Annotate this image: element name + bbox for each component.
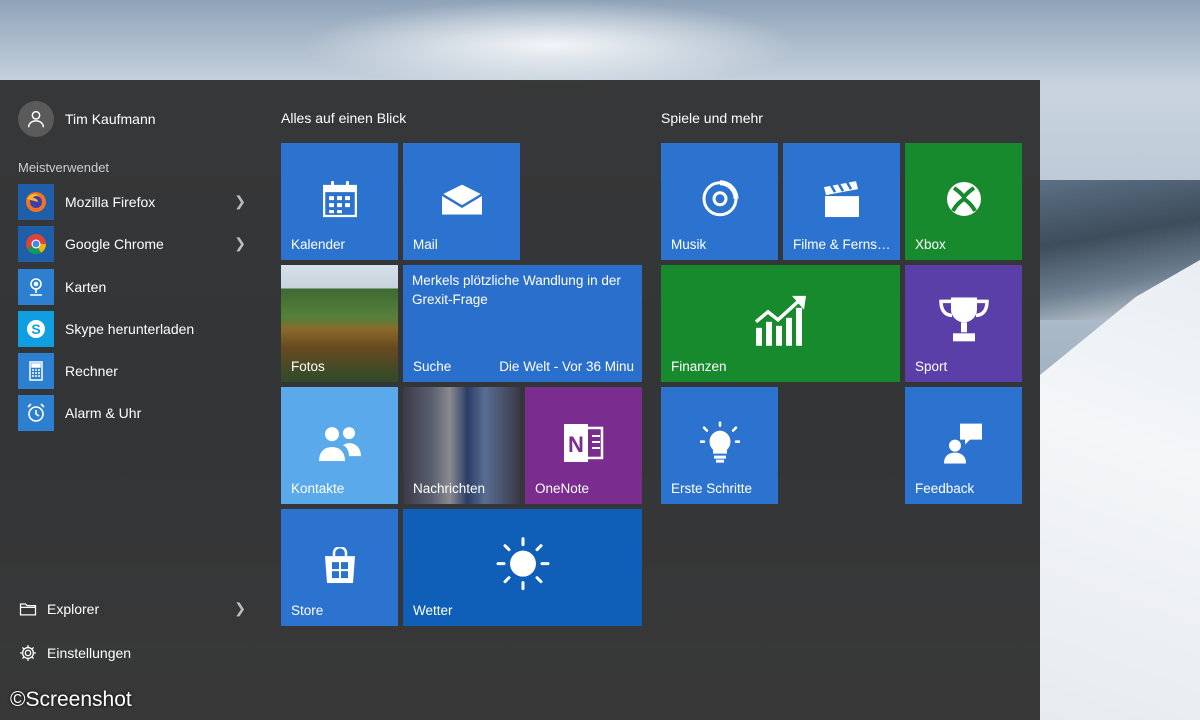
app-label: Rechner (65, 363, 118, 380)
chevron-right-icon[interactable]: ❯ (234, 600, 246, 617)
svg-text:N: N (568, 431, 584, 456)
app-item-alarm[interactable]: Alarm & Uhr (18, 395, 258, 432)
sun-icon (496, 536, 549, 590)
tile-label: Filme & Ferns… (793, 237, 891, 252)
trophy-icon (938, 296, 989, 341)
settings-label: Einstellungen (47, 645, 132, 661)
tile-label: Kalender (291, 237, 346, 252)
tile-erste-schritte[interactable]: Erste Schritte (661, 387, 778, 504)
group-title-overview[interactable]: Alles auf einen Blick (281, 110, 406, 126)
skype-icon: S (18, 310, 54, 347)
tile-label: Fotos (291, 359, 325, 374)
app-item-rechner[interactable]: Rechner (18, 353, 258, 390)
app-label: Alarm & Uhr (65, 405, 142, 422)
start-menu: Tim Kaufmann Meistverwendet Mozilla Fire… (0, 80, 1040, 720)
people-icon (318, 426, 361, 461)
store-icon (324, 546, 355, 583)
chevron-right-icon[interactable]: ❯ (234, 193, 246, 210)
desktop-snow (1040, 260, 1200, 720)
onenote-icon: N (563, 423, 603, 462)
news-source: Die Welt - Vor 36 Minu (499, 359, 634, 374)
gear-icon (20, 645, 36, 661)
desktop-sky (300, 0, 800, 90)
app-label: Mozilla Firefox (65, 194, 156, 210)
tile-kontakte[interactable]: Kontakte (281, 387, 398, 504)
tile-musik[interactable]: Musik (661, 143, 778, 260)
mail-icon (441, 184, 482, 215)
tile-label: Sport (915, 359, 948, 374)
tile-filme[interactable]: Filme & Ferns… (783, 143, 900, 260)
chevron-right-icon[interactable]: ❯ (234, 235, 246, 252)
group-title-games[interactable]: Spiele und mehr (661, 110, 763, 126)
user-icon (27, 110, 45, 128)
app-label: Karten (65, 278, 107, 295)
tile-mail[interactable]: Mail (403, 143, 520, 260)
tile-label: Finanzen (671, 359, 727, 374)
tile-store[interactable]: Store (281, 509, 398, 626)
tile-label: Wetter (413, 603, 453, 618)
feedback-icon (943, 423, 982, 464)
settings-button[interactable]: Einstellungen (18, 638, 258, 668)
tile-wetter[interactable]: Wetter (403, 509, 642, 626)
app-label: Skype herunterladen (65, 320, 195, 337)
most-used-label: Meistverwendet (18, 160, 110, 175)
tile-xbox[interactable]: Xbox (905, 143, 1022, 260)
tile-label: Suche (413, 359, 452, 374)
watermark: ©Screenshot (10, 688, 132, 711)
firefox-icon (18, 184, 54, 220)
tile-news-suche[interactable]: Merkels plötzliche Wandlung in der Grexi… (403, 265, 642, 382)
tile-label: OneNote (535, 481, 590, 496)
tile-onenote[interactable]: N OneNote (525, 387, 642, 504)
calculator-icon (18, 353, 54, 390)
user-name: Tim Kaufmann (65, 111, 156, 127)
stock-chart-icon (754, 295, 806, 346)
tile-finanzen[interactable]: Finanzen (661, 265, 900, 382)
tile-label: Musik (671, 237, 707, 252)
app-item-chrome[interactable]: Google Chrome ❯ (18, 226, 258, 263)
tile-kalender[interactable]: Kalender (281, 143, 398, 260)
app-item-karten[interactable]: Karten (18, 268, 258, 305)
user-account-button[interactable]: Tim Kaufmann (18, 100, 156, 138)
lightbulb-icon (699, 421, 740, 463)
app-item-skype[interactable]: S Skype herunterladen (18, 310, 258, 347)
app-item-firefox[interactable]: Mozilla Firefox ❯ (18, 184, 258, 220)
folder-icon (19, 603, 37, 616)
news-headline: Merkels plötzliche Wandlung in der Grexi… (412, 273, 621, 307)
tile-label: Erste Schritte (671, 481, 753, 496)
explorer-label: Explorer (47, 601, 100, 617)
tile-label: Feedback (915, 481, 975, 496)
clapperboard-icon (823, 180, 859, 217)
maps-icon (18, 268, 54, 305)
most-used-list: Mozilla Firefox ❯ Google Chrome ❯ Karten… (18, 184, 258, 438)
tile-label: Mail (413, 237, 438, 252)
avatar (18, 101, 54, 137)
music-disc-icon (702, 179, 738, 216)
xbox-icon (946, 181, 981, 216)
tile-feedback[interactable]: Feedback (905, 387, 1022, 504)
svg-text:S: S (31, 321, 40, 337)
chrome-icon (18, 226, 54, 263)
tile-label: Xbox (915, 237, 946, 252)
tile-nachrichten[interactable]: Nachrichten (403, 387, 520, 504)
alarm-clock-icon (18, 395, 54, 432)
calendar-icon (322, 180, 357, 217)
tile-label: Kontakte (291, 481, 345, 496)
tile-sport[interactable]: Sport (905, 265, 1022, 382)
tile-fotos[interactable]: Fotos (281, 265, 398, 382)
tile-label: Nachrichten (413, 481, 486, 496)
tile-label: Store (291, 603, 324, 618)
app-label: Google Chrome (65, 236, 164, 253)
explorer-button[interactable]: Explorer ❯ (18, 594, 258, 624)
